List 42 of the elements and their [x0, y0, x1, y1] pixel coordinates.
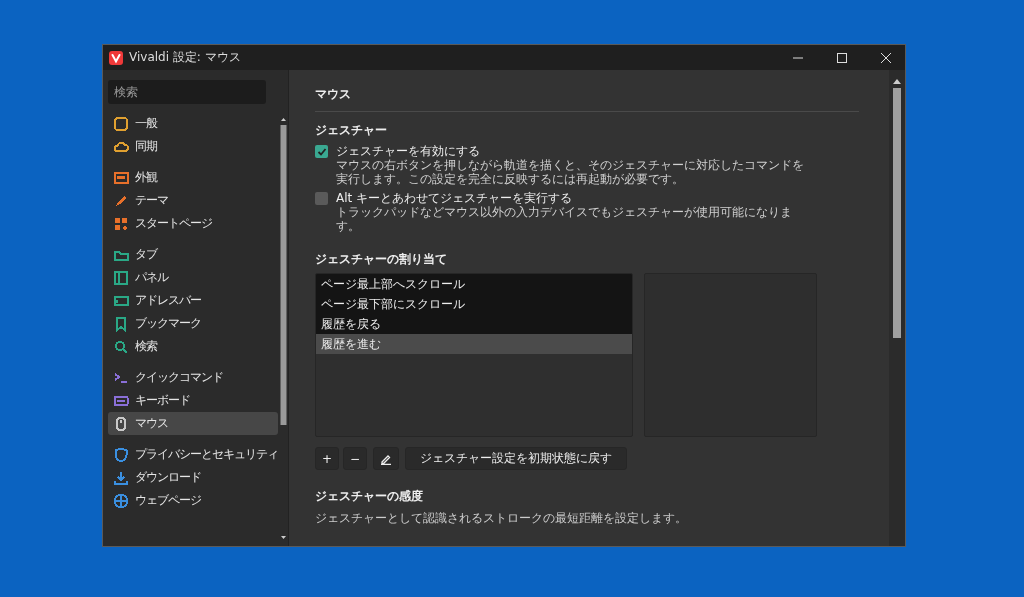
reset-button[interactable]: ジェスチャー設定を初期状態に戻す: [405, 447, 628, 470]
sidebar-item[interactable]: 外観: [108, 166, 278, 189]
sidebar-item[interactable]: タブ: [108, 243, 278, 266]
remove-button[interactable]: −: [343, 447, 368, 470]
sidebar-item[interactable]: パネル: [108, 266, 278, 289]
scroll-up-icon: [893, 78, 901, 84]
sidebar-item[interactable]: テーマ: [108, 189, 278, 212]
minimize-icon: [793, 56, 803, 59]
section-title: ジェスチャーの感度: [315, 488, 424, 505]
checkbox[interactable]: [315, 192, 328, 205]
gesture-list-item[interactable]: 履歴を戻る: [316, 314, 632, 334]
option-description: トラックパッドなどマウス以外の入力デバイスでもジェスチャーが使用可能になります。: [336, 205, 793, 233]
edit-button[interactable]: [373, 447, 400, 470]
add-button[interactable]: +: [315, 447, 340, 470]
sidebar-item[interactable]: プライバシーとセキュリティ: [108, 443, 278, 466]
vivaldi-logo-icon: [109, 50, 123, 65]
section-title: ジェスチャー: [315, 122, 388, 139]
sidebar-item[interactable]: 検索: [108, 335, 278, 358]
page-title: マウス: [315, 86, 859, 112]
search-field[interactable]: 検索: [108, 80, 266, 104]
sidebar-item[interactable]: アドレスバー: [108, 289, 278, 312]
sidebar-item[interactable]: 同期: [108, 135, 278, 158]
gesture-list-item[interactable]: ページ最上部へスクロール: [316, 274, 632, 294]
sidebar-item[interactable]: ウェブページ: [108, 489, 278, 512]
window-title: Vivaldi 設定: マウス: [129, 49, 242, 66]
maximize-icon: [837, 52, 847, 63]
sidebar-item[interactable]: ダウンロード: [108, 466, 278, 489]
gesture-list-item[interactable]: 履歴を進む: [316, 334, 632, 354]
checkbox-label: Alt キーとあわせてジェスチャーを実行する: [336, 191, 574, 205]
gesture-list-item[interactable]: ページ最下部にスクロール: [316, 294, 632, 314]
section-description: ジェスチャーとして認識されるストロークの最短距離を設定します。: [315, 510, 688, 527]
sidebar-item[interactable]: キーボード: [108, 389, 278, 412]
checkbox[interactable]: [315, 145, 328, 158]
sidebar-item[interactable]: マウス: [108, 412, 278, 435]
sidebar-item[interactable]: スタートページ: [108, 212, 278, 235]
option-description: マウスの右ボタンを押しながら軌道を描くと、そのジェスチャーに対応したコマンドを実行します。この設定を完全に反映するには再起動が必要です。: [336, 158, 805, 186]
section-title: ジェスチャーの割り当て: [315, 251, 448, 268]
sidebar-item[interactable]: 一般: [108, 112, 278, 135]
sidebar-item[interactable]: ブックマーク: [108, 312, 278, 335]
sidebar-item[interactable]: クイックコマンド: [108, 366, 278, 389]
close-icon: [881, 52, 891, 63]
checkbox-label: ジェスチャーを有効にする: [336, 144, 481, 158]
